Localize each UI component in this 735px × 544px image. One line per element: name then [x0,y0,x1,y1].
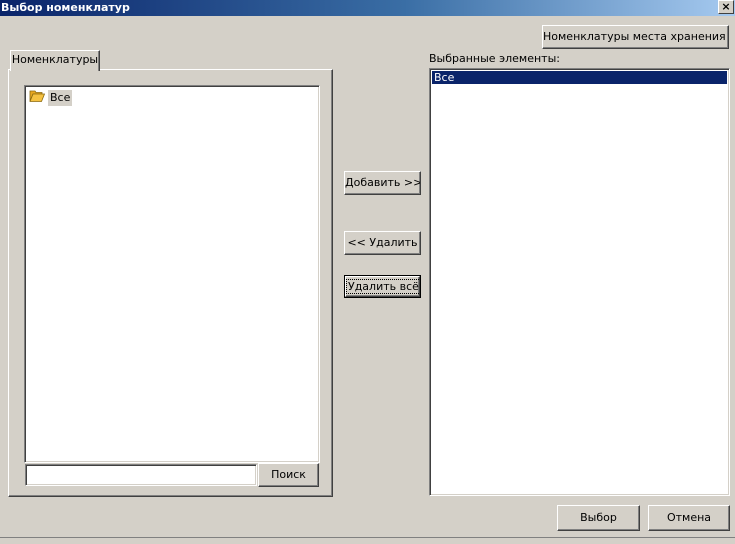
remove-all-button-label: Удалить всё [346,279,419,294]
remove-button[interactable]: << Удалить [344,231,421,255]
storage-nomenclature-button[interactable]: Номенклатуры места хранения ... [542,25,729,49]
remove-button-label: << Удалить [347,236,418,249]
tree-item-label: Все [48,89,73,106]
window-title-bar[interactable]: Выбор номенклатур × [0,0,735,16]
tree-item[interactable]: Все [29,89,73,106]
tab-nomenclatures[interactable]: Номенклатуры [10,50,100,71]
add-button-label: Добавить >> [345,176,421,189]
select-button[interactable]: Выбор [557,505,640,531]
remove-all-button[interactable]: Удалить всё [344,275,421,298]
add-button[interactable]: Добавить >> [344,171,421,195]
selected-items-list[interactable]: Все [429,68,730,496]
window-bottom-edge [0,537,735,544]
folder-open-icon [29,89,46,106]
tab-label: Номенклатуры [11,53,99,66]
list-item[interactable]: Все [432,71,727,84]
window-title: Выбор номенклатур [1,1,130,14]
close-icon: × [721,0,731,13]
cancel-button[interactable]: Отмена [648,505,730,531]
selected-items-label: Выбранные элементы: [429,52,560,65]
nomenclature-tree[interactable]: Все [24,85,320,463]
search-button[interactable]: Поиск [258,463,319,487]
search-input[interactable] [25,464,257,486]
close-button[interactable]: × [718,0,734,14]
list-item-label: Все [434,71,455,84]
